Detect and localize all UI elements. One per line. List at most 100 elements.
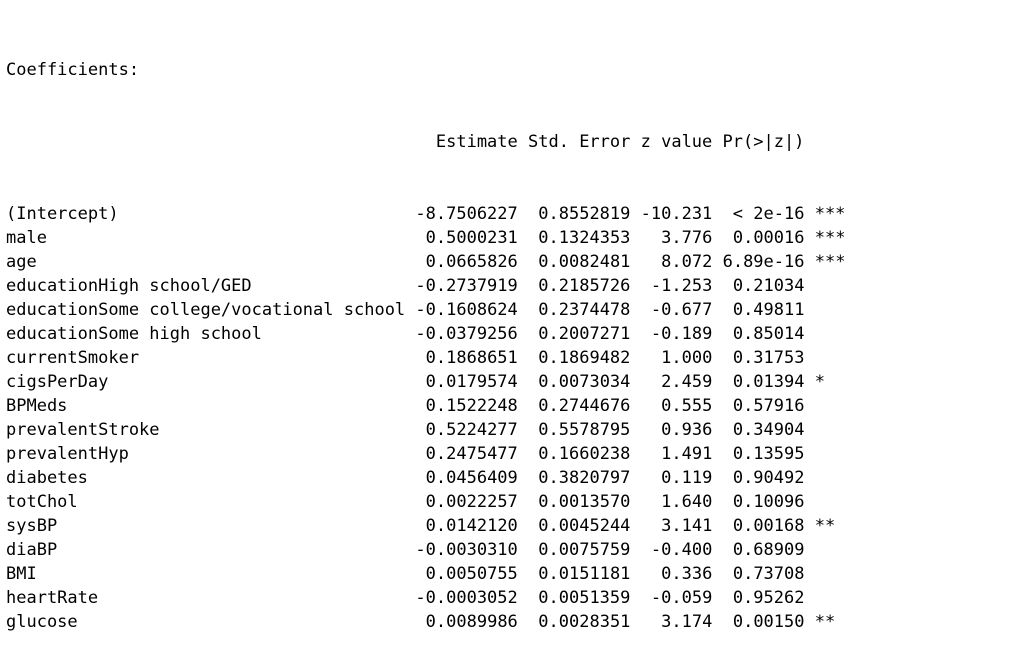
pad [641,540,651,560]
z-value-cell: 3.776 [661,228,713,248]
header-gap [630,132,640,152]
pad [723,420,733,440]
coefficient-row: sysBP 0.0142120 0.0045244 3.141 0.00168 … [6,514,845,538]
pad [528,324,538,344]
pad [641,348,661,368]
header-spacer [6,132,415,152]
significance-stars: *** [814,228,846,248]
pad [641,276,651,296]
pad [78,492,416,512]
z-value-cell: 1.640 [661,492,713,512]
significance-stars: * [814,372,825,392]
coefficient-row: (Intercept) -8.7506227 0.8552819 -10.231… [6,202,845,226]
pad [712,396,722,416]
pad [723,204,733,224]
coefficients-heading: Coefficients: [6,60,140,80]
pad [723,228,733,248]
pad [723,612,733,632]
pad [723,564,733,584]
coefficient-row: glucose 0.0089986 0.0028351 3.174 0.0015… [6,610,845,634]
pad [723,588,733,608]
estimate-cell: 0.5000231 [425,228,518,248]
pad [528,468,538,488]
coefficient-row: prevalentStroke 0.5224277 0.5578795 0.93… [6,418,845,442]
estimate-cell: 0.2475477 [425,444,518,464]
coefficient-row: diaBP -0.0030310 0.0075759 -0.400 0.6890… [6,538,845,562]
pad [804,372,814,392]
pad [518,468,528,488]
pad [723,348,733,368]
coefficient-row: educationSome high school -0.0379256 0.2… [6,322,845,346]
z-value-cell: 0.936 [661,420,713,440]
pad [518,612,528,632]
pad [139,348,415,368]
std-error-cell: 0.0045244 [538,516,631,536]
p-value-cell: 0.73708 [732,564,805,584]
pad [518,204,528,224]
pad [712,300,722,320]
pad [528,492,538,512]
std-error-cell: 0.2744676 [538,396,631,416]
pad [528,444,538,464]
pad [415,372,425,392]
term-label: totChol [6,492,78,512]
estimate-cell: 0.5224277 [425,420,518,440]
pad [415,492,425,512]
term-label: prevalentHyp [6,444,129,464]
z-value-cell: -1.253 [650,276,713,296]
pad [630,348,640,368]
pad [712,540,722,560]
pad [712,612,722,632]
z-value-cell: 0.555 [661,396,713,416]
z-value-cell: 1.000 [661,348,713,368]
coefficient-row: BPMeds 0.1522248 0.2744676 0.555 0.57916 [6,394,845,418]
pad [630,276,640,296]
estimate-cell: 0.0142120 [425,516,518,536]
pad [528,372,538,392]
estimate-cell: -8.7506227 [415,204,518,224]
coefficient-row: prevalentHyp 0.2475477 0.1660238 1.491 0… [6,442,845,466]
estimate-cell: -0.1608624 [415,300,518,320]
pad [405,300,415,320]
pad [805,516,815,536]
pad [641,444,661,464]
pad [641,396,661,416]
pad [518,420,528,440]
pad [57,540,415,560]
estimate-cell: -0.2737919 [415,276,518,296]
pad [262,324,416,344]
pad [630,468,640,488]
std-error-cell: 0.2007271 [538,324,631,344]
pad [415,564,425,584]
pad [129,444,416,464]
header-p-value: Pr(>|z|) [722,132,805,152]
pad [630,228,640,248]
coefficient-row: educationHigh school/GED -0.2737919 0.21… [6,274,845,298]
estimate-cell: 0.0022257 [425,492,518,512]
term-label: diabetes [6,468,88,488]
header-std-error: Std. Error [528,132,631,152]
pad [528,588,538,608]
header-z-value: z value [640,132,713,152]
estimate-cell: 0.1868651 [425,348,518,368]
pad [712,588,722,608]
pad [415,516,425,536]
pad [641,564,661,584]
pad [518,492,528,512]
pad [528,252,538,272]
significance-stars: ** [814,612,836,632]
coefficient-row: diabetes 0.0456409 0.3820797 0.119 0.904… [6,466,845,490]
coefficient-row: heartRate -0.0003052 0.0051359 -0.059 0.… [6,586,845,610]
pad [518,252,528,272]
pad [723,444,733,464]
p-value-cell: 0.01394 [732,372,805,392]
pad [518,516,528,536]
header-gap [518,132,528,152]
term-label: male [6,228,47,248]
pad [723,396,733,416]
pad [641,372,661,392]
p-value-cell: 0.10096 [732,492,805,512]
pad [37,252,416,272]
coefficient-row: totChol 0.0022257 0.0013570 1.640 0.1009… [6,490,845,514]
term-label: cigsPerDay [6,372,109,392]
